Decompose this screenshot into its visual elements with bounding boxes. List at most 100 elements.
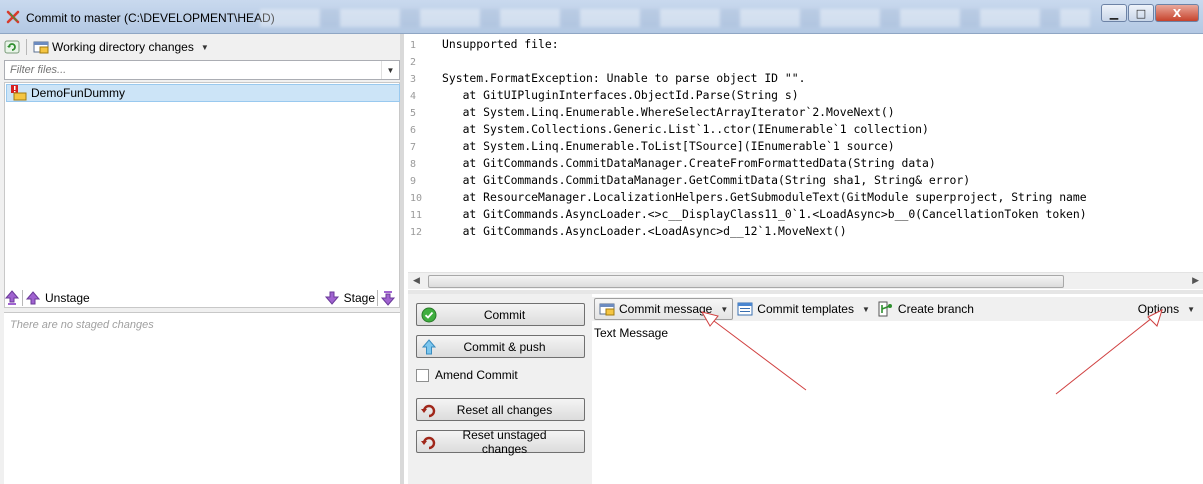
- horizontal-scrollbar[interactable]: ◀ ▶: [408, 272, 1203, 289]
- file-name: DemoFunDummy: [31, 86, 126, 100]
- code-text: at System.Linq.Enumerable.WhereSelectArr…: [442, 105, 895, 119]
- create-branch-label: Create branch: [897, 302, 974, 316]
- reset-all-label: Reset all changes: [456, 402, 553, 417]
- commit-actions-panel: Commit Commit & push Amend Commit Reset …: [408, 294, 592, 484]
- code-text: at GitCommands.CommitDataManager.CreateF…: [442, 156, 936, 170]
- stage-label: Stage: [343, 291, 375, 305]
- amend-commit-label: Amend Commit: [435, 368, 518, 382]
- unstaged-file-list[interactable]: DemoFunDummy: [4, 82, 400, 308]
- code-line: 3 System.FormatException: Unable to parse…: [408, 70, 1203, 87]
- toolbar-separator: [377, 290, 378, 306]
- modified-submodule-icon: [11, 85, 27, 101]
- line-number: 4: [410, 91, 417, 102]
- background-window-blur: [260, 9, 1090, 27]
- options-label: Options: [1137, 302, 1180, 316]
- branch-icon: [878, 301, 892, 317]
- commit-button[interactable]: Commit: [416, 303, 585, 326]
- line-number: 2: [410, 57, 417, 68]
- reset-unstaged-button[interactable]: Reset unstaged changes: [416, 427, 585, 456]
- scroll-left-icon[interactable]: ◀: [413, 275, 420, 286]
- commit-message-dropdown[interactable]: Commit message ▼: [594, 298, 734, 320]
- commit-push-button[interactable]: Commit & push: [416, 335, 585, 358]
- line-number: 7: [410, 142, 417, 153]
- code-text: at System.Collections.Generic.List`1..ct…: [442, 122, 929, 136]
- commit-push-label: Commit & push: [463, 339, 546, 354]
- line-number: 1: [410, 40, 417, 51]
- line-number: 12: [410, 227, 423, 238]
- commit-message-toolbar: Commit message ▼ Commit templates ▼ Crea…: [592, 297, 1203, 321]
- checkmark-icon: [421, 307, 437, 322]
- file-lists-panel: Working directory changes ▼ ▼ DemoFunDum…: [0, 34, 404, 484]
- push-arrow-icon: [421, 338, 437, 354]
- code-line: 4 at GitUIPluginInterfaces.ObjectId.Pars…: [408, 87, 1203, 104]
- commit-message-panel: Commit message ▼ Commit templates ▼ Crea…: [592, 294, 1203, 484]
- code-text: System.FormatException: Unable to parse …: [442, 71, 806, 85]
- create-branch-button[interactable]: Create branch: [874, 298, 978, 320]
- code-line: 1 Unsupported file:: [408, 36, 1203, 53]
- refresh-icon[interactable]: [4, 39, 20, 55]
- code-line: 2: [408, 53, 1203, 70]
- options-dropdown[interactable]: Options ▼: [1134, 298, 1199, 320]
- line-number: 5: [410, 108, 417, 119]
- scroll-right-icon[interactable]: ▶: [1192, 275, 1199, 286]
- code-line: 6 at System.Collections.Generic.List`1..…: [408, 121, 1203, 138]
- commit-message-input[interactable]: Text Message: [594, 326, 668, 340]
- working-directory-dropdown[interactable]: Working directory changes ▼: [33, 39, 209, 55]
- git-extensions-icon: [6, 10, 20, 24]
- templates-icon: [737, 302, 753, 316]
- commit-templates-dropdown[interactable]: Commit templates ▼: [733, 298, 874, 320]
- minimize-button[interactable]: ▁: [1101, 4, 1127, 22]
- amend-commit-row[interactable]: Amend Commit: [416, 368, 518, 382]
- filter-files-input[interactable]: [5, 61, 379, 79]
- stage-button[interactable]: Stage: [324, 290, 375, 306]
- scrollbar-thumb[interactable]: [428, 275, 1064, 288]
- staged-file-list[interactable]: There are no staged changes: [4, 312, 400, 484]
- unstaged-toolbar: Working directory changes ▼: [4, 36, 209, 58]
- code-line: 5 at System.Linq.Enumerable.WhereSelectA…: [408, 104, 1203, 121]
- chevron-down-icon: ▼: [720, 304, 729, 314]
- chevron-down-icon: ▼: [200, 42, 209, 52]
- reset-unstaged-label: Reset unstaged changes: [462, 427, 547, 456]
- chevron-down-icon: ▼: [1187, 304, 1195, 314]
- code-line: 8 at GitCommands.CommitDataManager.Creat…: [408, 155, 1203, 172]
- code-text: at GitUIPluginInterfaces.ObjectId.Parse(…: [442, 88, 799, 102]
- arrow-up-icon: [25, 291, 41, 305]
- line-number: 10: [410, 193, 423, 204]
- code-line: 11 at GitCommands.AsyncLoader.<>c__Displ…: [408, 206, 1203, 223]
- close-button[interactable]: X: [1155, 4, 1199, 22]
- code-text: at System.Linq.Enumerable.ToList[TSource…: [442, 139, 895, 153]
- staging-toolbar: Unstage Stage: [4, 286, 400, 310]
- toolbar-separator: [26, 39, 27, 55]
- code-line: 9 at GitCommands.CommitDataManager.GetCo…: [408, 172, 1203, 189]
- code-text: at ResourceManager.LocalizationHelpers.G…: [442, 190, 1087, 204]
- line-number: 11: [410, 210, 423, 221]
- unstage-button[interactable]: Unstage: [25, 290, 90, 306]
- filter-files-box: ▼: [4, 60, 400, 80]
- commit-message-label: Commit message: [619, 302, 713, 316]
- unstage-all-icon[interactable]: [4, 290, 20, 306]
- stage-all-icon[interactable]: [380, 290, 396, 306]
- unstage-label: Unstage: [45, 291, 90, 305]
- maximize-button[interactable]: □: [1128, 4, 1154, 22]
- title-bar: Commit to master (C:\DEVELOPMENT\HEAD) ▁…: [0, 0, 1203, 34]
- line-number: 9: [410, 176, 417, 187]
- commit-message-icon: [599, 303, 615, 316]
- chevron-down-icon: ▼: [861, 304, 870, 314]
- code-line: 7 at System.Linq.Enumerable.ToList[TSour…: [408, 138, 1203, 155]
- commit-templates-label: Commit templates: [757, 302, 854, 316]
- code-text: at GitCommands.AsyncLoader.<LoadAsync>d_…: [442, 224, 847, 238]
- toolbar-separator: [22, 290, 23, 306]
- code-text: at GitCommands.CommitDataManager.GetComm…: [442, 173, 971, 187]
- code-text: Unsupported file:: [442, 37, 559, 51]
- code-line: 12 at GitCommands.AsyncLoader.<LoadAsync…: [408, 223, 1203, 240]
- reset-all-button[interactable]: Reset all changes: [416, 398, 585, 421]
- working-directory-label: Working directory changes: [52, 40, 194, 54]
- line-number: 6: [410, 125, 417, 136]
- commit-label: Commit: [483, 307, 526, 322]
- working-directory-icon: [33, 41, 49, 54]
- filter-dropdown-icon[interactable]: ▼: [381, 61, 399, 79]
- line-number: 3: [410, 74, 417, 85]
- diff-viewer[interactable]: 1 Unsupported file: 2 3 System.FormatExcep…: [408, 34, 1203, 290]
- list-item[interactable]: DemoFunDummy: [6, 84, 400, 102]
- amend-commit-checkbox[interactable]: [416, 368, 429, 382]
